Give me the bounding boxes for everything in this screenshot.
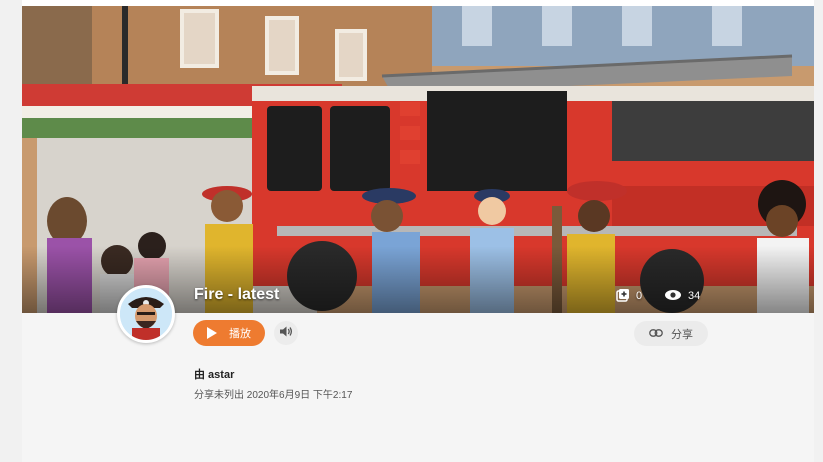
shared-date: 分享未列出 2020年6月9日 下午2:17 <box>194 390 353 401</box>
view-count-stat: 34 <box>664 285 700 307</box>
project-title: Fire - latest <box>194 286 280 303</box>
play-label: 播放 <box>229 328 251 340</box>
remix-count-stat: 0 <box>616 285 642 307</box>
eye-icon <box>664 289 682 304</box>
play-button[interactable]: 播放 <box>193 320 265 346</box>
share-button[interactable]: 分享 <box>634 321 708 346</box>
audio-toggle-button[interactable] <box>274 321 298 345</box>
remix-count: 0 <box>636 290 643 302</box>
page-left-margin <box>0 0 22 462</box>
share-label: 分享 <box>671 328 693 341</box>
view-count: 34 <box>688 290 701 302</box>
link-icon <box>649 328 663 340</box>
page-right-margin <box>814 0 823 462</box>
author-avatar[interactable] <box>117 285 175 343</box>
speaker-icon <box>279 324 293 342</box>
play-icon <box>207 327 217 339</box>
remix-icon <box>616 288 630 305</box>
author-line: 由 astar <box>194 369 235 381</box>
project-thumbnail-scene[interactable] <box>22 6 814 313</box>
